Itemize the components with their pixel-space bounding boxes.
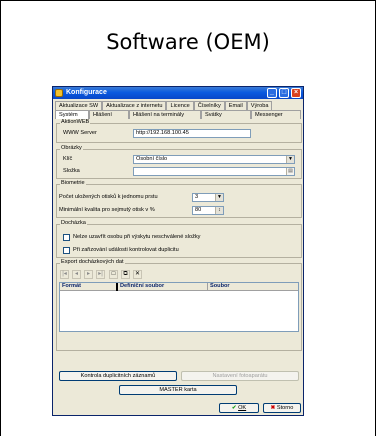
tab-row-bottom: Systém Hlášení Hlášení na terminály Svát… [55, 110, 301, 119]
kontrolovat-duplicitu-label: Při zařizování události kontrolovat dupl… [73, 247, 179, 253]
new-doc-icon[interactable]: □ [109, 270, 118, 279]
tab-messenger[interactable]: Messenger [251, 110, 301, 119]
app-icon [55, 89, 63, 97]
ok-button[interactable]: ✔ OK [219, 403, 259, 413]
min-kvalita-spinner[interactable]: 80 ↕ [192, 206, 224, 215]
nastaveni-fotoaparatu-button[interactable]: Nastavení fotoaparátu [181, 371, 299, 381]
slozka-input[interactable]: ▤ [133, 167, 295, 176]
prev-icon[interactable]: ◂ [72, 270, 81, 279]
pocet-otisku-label: Počet uložených otisků k jednomu prstu [59, 194, 158, 200]
maximize-icon[interactable]: □ [279, 88, 289, 98]
col-definicni-soubor[interactable]: Definiční soubor [118, 283, 208, 291]
col-format[interactable]: Formát [60, 283, 118, 291]
page-title: Software (OEM) [106, 30, 270, 54]
first-icon[interactable]: |◂ [60, 270, 69, 279]
close-icon[interactable]: × [291, 88, 301, 98]
chevron-down-icon[interactable]: ▼ [286, 156, 294, 163]
nelze-uzavrit-label: Nelze uzavřít osobu při výskytu neschvál… [73, 234, 201, 240]
klic-label: Klíč [63, 156, 73, 162]
master-karta-button[interactable]: MASTER karta [119, 385, 237, 395]
group-biometrie-label: Biometrie [60, 180, 86, 186]
group-export-label: Export docházkových dat [60, 259, 125, 265]
group-aktionweb: AktionWEB WWW Server http://192.168.100.… [56, 119, 302, 143]
spinner-arrows-icon[interactable]: ↕ [215, 207, 223, 214]
nelze-uzavrit-checkbox[interactable] [63, 234, 70, 241]
www-server-label: WWW Server [63, 130, 97, 136]
delete-icon[interactable]: ✕ [133, 270, 142, 279]
group-export: Export docházkových dat |◂ ◂ ▸ ▸| □ ⧉ ✕ … [56, 259, 302, 351]
storno-label: Storno [276, 405, 294, 411]
kontrola-duplicit-button[interactable]: Kontrola duplicitních záznamů [59, 371, 177, 381]
group-aktionweb-label: AktionWEB [60, 119, 91, 125]
klic-select[interactable]: Osobní číslo ▼ [133, 155, 295, 164]
group-dochazka-label: Docházka [60, 220, 87, 226]
min-kvalita-label: Minimální kvalita pro sejmutý otisk v % [59, 207, 155, 213]
col-soubor[interactable]: Soubor [208, 283, 298, 291]
export-grid-header: Formát Definiční soubor Soubor [60, 283, 298, 291]
tab-ciselniky[interactable]: Číselníky [193, 101, 225, 110]
tab-aktualizace-sw[interactable]: Aktualizace SW [55, 101, 103, 110]
pocet-otisku-value: 3 [195, 194, 199, 200]
copy-doc-icon[interactable]: ⧉ [121, 270, 130, 279]
group-biometrie: Biometrie Počet uložených otisků k jedno… [56, 180, 302, 218]
tab-row-top: Aktualizace SW Aktualizace z internetu L… [55, 101, 273, 110]
window-titlebar[interactable]: Konfigurace _ □ × [53, 87, 303, 99]
tab-hlaseni[interactable]: Hlášení [89, 110, 129, 119]
cross-icon: ✖ [270, 405, 276, 411]
slozka-label: Složka [63, 168, 80, 174]
next-icon[interactable]: ▸ [84, 270, 93, 279]
minimize-icon[interactable]: _ [267, 88, 277, 98]
www-server-input[interactable]: http://192.168.100.45 [133, 129, 251, 138]
klic-select-value: Osobní číslo [136, 156, 168, 162]
export-grid[interactable]: Formát Definiční soubor Soubor [59, 282, 299, 332]
pocet-otisku-select[interactable]: 3 ▼ [192, 193, 224, 202]
group-dochazka: Docházka Nelze uzavřít osobu při výskytu… [56, 220, 302, 258]
tab-vyroba[interactable]: Výroba [246, 101, 273, 110]
tab-svatky[interactable]: Svátky [201, 110, 251, 119]
group-obrazky: Obrázky Klíč Osobní číslo ▼ Složka ▤ [56, 145, 302, 179]
window-title: Konfigurace [66, 89, 107, 96]
ok-label: OK [238, 405, 247, 411]
kontrolovat-duplicitu-checkbox[interactable] [63, 247, 70, 254]
tab-hlaseni-terminaly[interactable]: Hlášení na terminály [129, 110, 201, 119]
folder-icon[interactable]: ▤ [286, 168, 294, 175]
tab-system[interactable]: Systém [55, 110, 89, 119]
last-icon[interactable]: ▸| [96, 270, 105, 279]
chevron-down-icon[interactable]: ▼ [215, 194, 223, 201]
tab-email[interactable]: Email [224, 101, 247, 110]
konfigurace-window: Konfigurace _ □ × Aktualizace SW Aktuali… [52, 86, 304, 416]
tab-aktualizace-internet[interactable]: Aktualizace z internetu [102, 101, 167, 110]
min-kvalita-value: 80 [195, 207, 202, 213]
storno-button[interactable]: ✖ Storno [263, 403, 301, 413]
check-icon: ✔ [231, 405, 237, 411]
tab-licence[interactable]: Licence [166, 101, 194, 110]
group-obrazky-label: Obrázky [60, 145, 83, 151]
